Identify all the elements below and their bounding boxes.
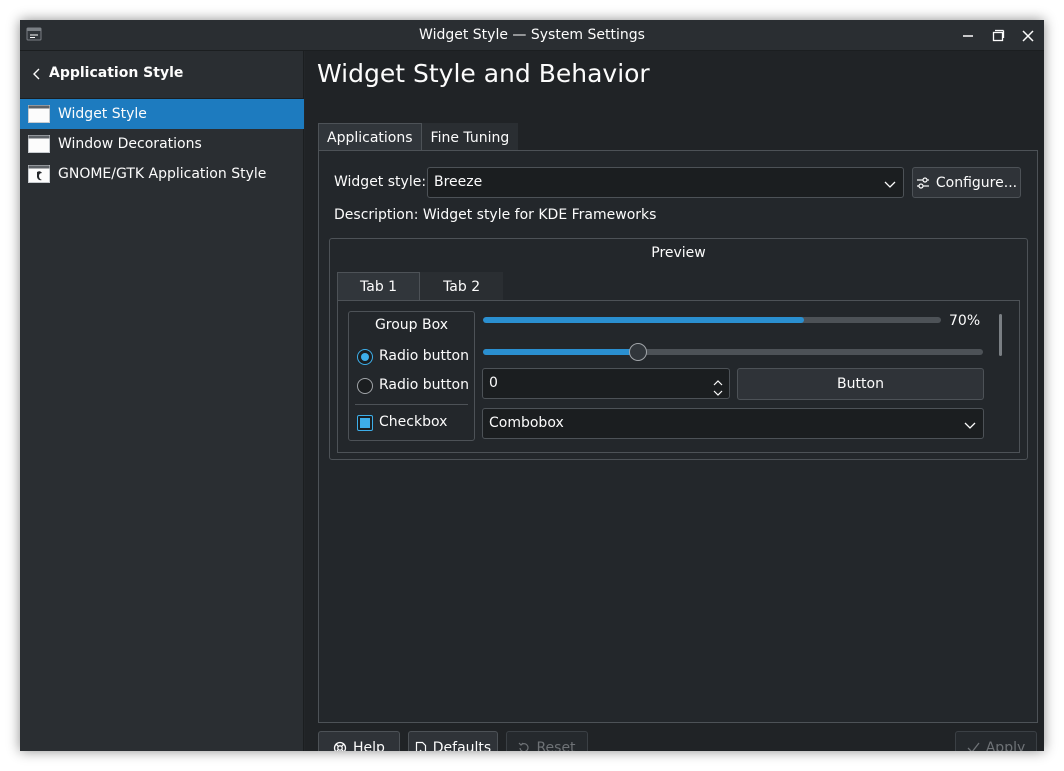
configure-label: Configure... [935, 174, 1018, 191]
sidebar-item-label: Window Decorations [58, 136, 202, 152]
configure-icon [916, 176, 930, 189]
combobox-value: Combobox [489, 415, 564, 431]
help-label: Help [353, 739, 385, 752]
help-icon [333, 741, 347, 751]
checkbox-label: Checkbox [379, 414, 448, 430]
widget-style-value: Breeze [434, 174, 483, 190]
sidebar-item-window-decorations[interactable]: Window Decorations [20, 129, 304, 159]
radio-label-1: Radio button [379, 348, 469, 364]
chevron-down-icon [884, 177, 896, 188]
group-box: Group Box Radio button Radio button Chec… [348, 311, 475, 441]
window-title: Widget Style — System Settings [419, 27, 645, 43]
preview-tab-panel: Group Box Radio button Radio button Chec… [337, 300, 1020, 453]
title-bar[interactable]: Widget Style — System Settings [20, 20, 1044, 51]
help-button[interactable]: Help [318, 731, 400, 751]
preview-tabbar: Tab 1 Tab 2 [337, 272, 504, 301]
sidebar-item-gtk-style[interactable]: GNOME/GTK Application Style [20, 159, 304, 189]
back-chevron-icon[interactable] [30, 66, 44, 82]
tab-1[interactable]: Tab 1 [337, 272, 421, 301]
sidebar-item-label: GNOME/GTK Application Style [58, 166, 267, 182]
spinbox[interactable]: 0 [482, 368, 730, 399]
defaults-button[interactable]: Defaults [408, 731, 498, 751]
slider-handle[interactable] [629, 343, 647, 361]
configure-button[interactable]: Configure... [912, 167, 1021, 198]
progress-fill [483, 317, 804, 323]
progress-label: 70% [949, 313, 981, 329]
chevron-up-icon[interactable] [713, 374, 723, 386]
tab-fine-tuning[interactable]: Fine Tuning [421, 123, 519, 151]
slider[interactable] [483, 343, 983, 361]
chevron-down-icon [964, 418, 976, 429]
radio-button-1[interactable] [357, 349, 373, 365]
page-title: Widget Style and Behavior [317, 59, 650, 88]
defaults-label: Defaults [432, 739, 492, 752]
app-window: Widget Style — System Settings Applicati… [20, 20, 1044, 751]
slider-fill [483, 349, 638, 355]
reset-button[interactable]: Reset [506, 731, 588, 751]
gtk-icon [28, 165, 50, 183]
apply-button[interactable]: Apply [955, 731, 1037, 751]
back-label: Application Style [49, 65, 184, 81]
radio-button-2[interactable] [357, 378, 373, 394]
vertical-scrollbar[interactable] [999, 314, 1002, 356]
description: Description: Widget style for KDE Framew… [334, 207, 657, 223]
widget-style-label: Widget style: [334, 174, 427, 190]
minimize-icon[interactable] [958, 26, 978, 46]
apply-label: Apply [985, 739, 1026, 752]
reset-icon [518, 742, 530, 751]
close-icon[interactable] [1018, 26, 1038, 46]
preview-button-label: Button [837, 376, 884, 392]
main-tabbar: Applications Fine Tuning [318, 123, 519, 151]
back-button[interactable]: Application Style [20, 51, 304, 99]
sidebar-item-widget-style[interactable]: Widget Style [20, 99, 304, 129]
main-content: Widget Style and Behavior Applications F… [305, 51, 1044, 751]
window-icon [28, 105, 50, 123]
widget-style-select[interactable]: Breeze [427, 167, 904, 198]
spinbox-value: 0 [489, 375, 498, 391]
tab-2[interactable]: Tab 2 [420, 272, 504, 301]
sidebar: Application Style Widget Style Window De… [20, 51, 304, 751]
preview-group: Preview Tab 1 Tab 2 Group Box Radio butt… [329, 238, 1028, 460]
reset-label: Reset [536, 739, 576, 752]
radio-label-2: Radio button [379, 377, 469, 393]
apply-check-icon [967, 742, 980, 751]
applications-panel: Widget style: Breeze Configure... Descri… [318, 150, 1038, 723]
defaults-icon [415, 741, 427, 751]
tab-applications[interactable]: Applications [318, 123, 422, 151]
preview-combobox[interactable]: Combobox [482, 408, 984, 439]
preview-title: Preview [651, 245, 706, 261]
chevron-down-icon[interactable] [713, 385, 723, 396]
maximize-icon[interactable] [988, 26, 1008, 46]
checkbox[interactable] [357, 415, 373, 431]
preview-button[interactable]: Button [737, 368, 984, 400]
divider [355, 404, 468, 405]
progress-bar [483, 317, 941, 323]
window-icon [28, 135, 50, 153]
sidebar-item-label: Widget Style [58, 106, 147, 122]
group-box-title: Group Box [374, 317, 449, 333]
